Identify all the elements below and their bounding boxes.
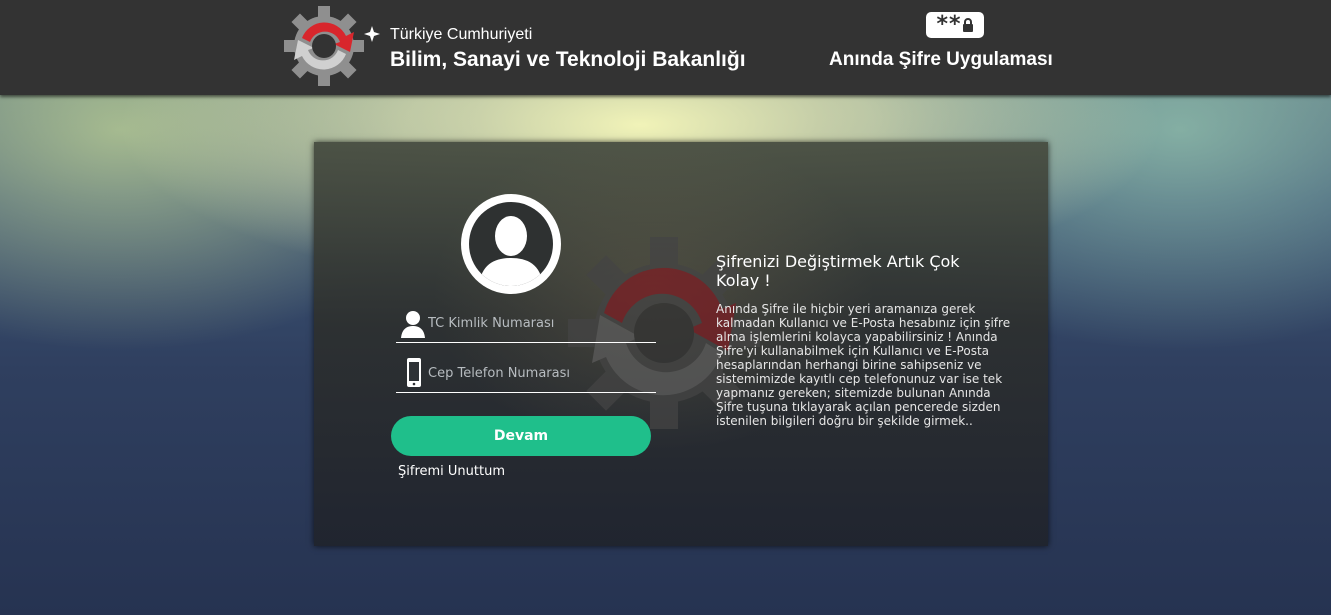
ministry-gear-logo-icon xyxy=(284,6,380,86)
app-title: Anında Şifre Uygulaması xyxy=(829,49,1053,70)
tc-kimlik-input[interactable] xyxy=(428,310,648,336)
info-title: Şifrenizi Değiştirmek Artık Çok Kolay ! xyxy=(716,252,960,290)
forgot-password-link[interactable]: Şifremi Unuttum xyxy=(398,464,505,479)
top-header: Türkiye Cumhuriyeti Bilim, Sanayi ve Tek… xyxy=(0,0,1331,95)
phone-input[interactable] xyxy=(428,360,648,386)
password-lock-icon: * * xyxy=(926,12,984,38)
ministry-name: Bilim, Sanayi ve Teknoloji Bakanlığı xyxy=(390,48,746,71)
info-body: Anında Şifre ile hiçbir yeri aramanıza g… xyxy=(716,302,1011,428)
phone-field xyxy=(396,354,656,393)
lock-icon xyxy=(962,18,973,32)
tc-kimlik-field xyxy=(396,304,656,343)
user-avatar-icon xyxy=(461,194,561,294)
person-icon xyxy=(401,311,425,338)
continue-button[interactable]: Devam xyxy=(391,416,651,456)
mobile-phone-icon xyxy=(407,358,421,387)
login-panel: Devam Şifremi Unuttum Şifrenizi Değiştir… xyxy=(314,142,1048,546)
ministry-line1: Türkiye Cumhuriyeti xyxy=(390,26,533,43)
